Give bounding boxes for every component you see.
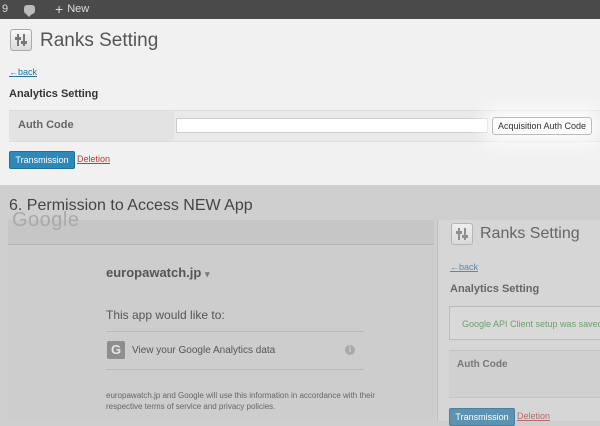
back-link[interactable]: ←back <box>9 67 37 77</box>
snapshot-transmission-button[interactable]: Transmission <box>449 408 515 426</box>
admin-bar: 9 + New <box>0 0 600 19</box>
auth-code-label: Auth Code <box>18 119 74 131</box>
update-count: 9 <box>2 3 9 15</box>
permission-divider <box>106 369 364 370</box>
saved-notice: Google API Client setup was saved. <box>449 306 600 340</box>
consent-domain[interactable]: europawatch.jp ▾ <box>106 265 210 280</box>
snapshot-section-title: Analytics Setting <box>450 283 540 295</box>
auth-code-label-cell: Auth Code <box>9 111 174 141</box>
comments-item[interactable] <box>24 5 35 17</box>
info-icon[interactable]: i <box>345 345 355 355</box>
consent-divider <box>106 331 364 332</box>
admin-bar-count[interactable]: 9 <box>2 3 8 15</box>
plus-icon: + <box>55 0 64 17</box>
plugin-settings-icon <box>451 223 473 245</box>
auth-code-input[interactable] <box>176 118 488 133</box>
snapshot-auth-code-row: Auth Code <box>449 350 600 398</box>
chevron-down-icon: ▾ <box>204 269 210 279</box>
consent-domain-text: europawatch.jp <box>106 265 202 280</box>
section-title: Analytics Setting <box>9 88 99 100</box>
saved-notice-text: Google API Client setup was saved. <box>462 319 600 329</box>
snapshot-deletion-link[interactable]: Deletion <box>517 411 550 421</box>
snapshot-page-title: Ranks Setting <box>480 225 580 242</box>
permission-item: View your Google Analytics data <box>132 345 276 356</box>
transmission-button[interactable]: Transmission <box>9 151 75 169</box>
acquisition-auth-code-button[interactable]: Acquisition Auth Code <box>492 117 592 135</box>
google-plus-icon: G <box>107 341 125 359</box>
snapshot-auth-code-label: Auth Code <box>457 359 508 370</box>
google-logo: Google <box>12 209 80 231</box>
new-content-item[interactable]: + New <box>55 0 90 17</box>
comment-bubble-icon <box>24 5 35 17</box>
new-label: New <box>67 3 90 15</box>
plugin-settings-icon <box>10 29 32 51</box>
snapshot-back-link[interactable]: ←back <box>450 262 478 272</box>
deletion-link[interactable]: Deletion <box>77 154 110 164</box>
consent-footer-text: europawatch.jp and Google will use this … <box>106 391 376 411</box>
page-title: Ranks Setting <box>40 30 159 51</box>
consent-intro: This app would like to: <box>106 308 225 322</box>
